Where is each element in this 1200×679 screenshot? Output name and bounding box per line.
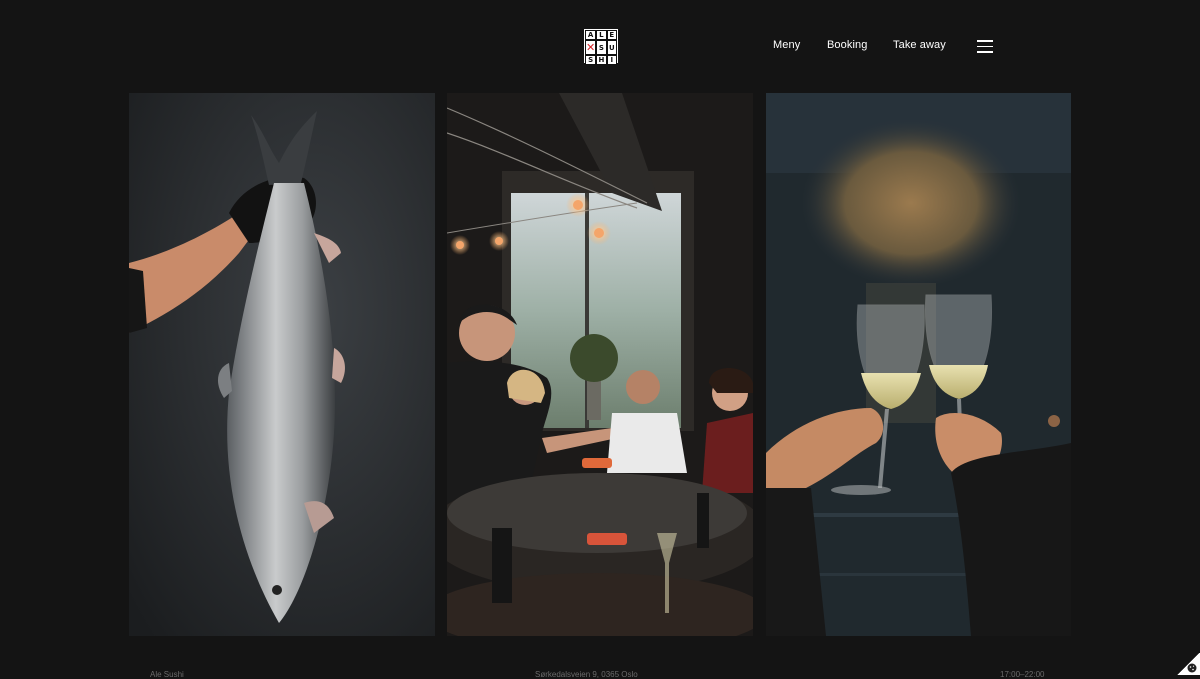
nav-link-takeaway[interactable]: Take away (893, 39, 946, 51)
salmon-illustration (129, 93, 435, 636)
hamburger-icon[interactable] (977, 40, 993, 53)
logo[interactable]: A L E ✕ S U S H I (584, 29, 618, 65)
wine-toast-illustration (766, 93, 1071, 636)
salmon-photo (129, 93, 435, 636)
cookie-settings-button[interactable] (1176, 653, 1200, 675)
cookie-icon (1187, 663, 1197, 673)
logo-letter-s2: S (585, 55, 597, 65)
logo-letter-h: H (596, 55, 607, 65)
nav-link-meny[interactable]: Meny (773, 39, 800, 51)
logo-letter-e: E (606, 30, 617, 40)
sushi-bar-illustration (447, 93, 753, 636)
logo-letter-a: A (585, 30, 597, 40)
logo-letter-i: I (606, 55, 617, 65)
nav-link-booking[interactable]: Booking (827, 39, 867, 51)
logo-letter-u: U (606, 40, 617, 55)
site-header: A L E ✕ S U S H I Meny Booking Take away (0, 0, 1200, 93)
sushi-bar-photo (447, 93, 753, 636)
logo-letter-x: ✕ (585, 40, 597, 55)
logo-letter-l: L (596, 30, 607, 40)
wine-toast-photo (766, 93, 1071, 636)
logo-letter-s: S (596, 40, 607, 55)
